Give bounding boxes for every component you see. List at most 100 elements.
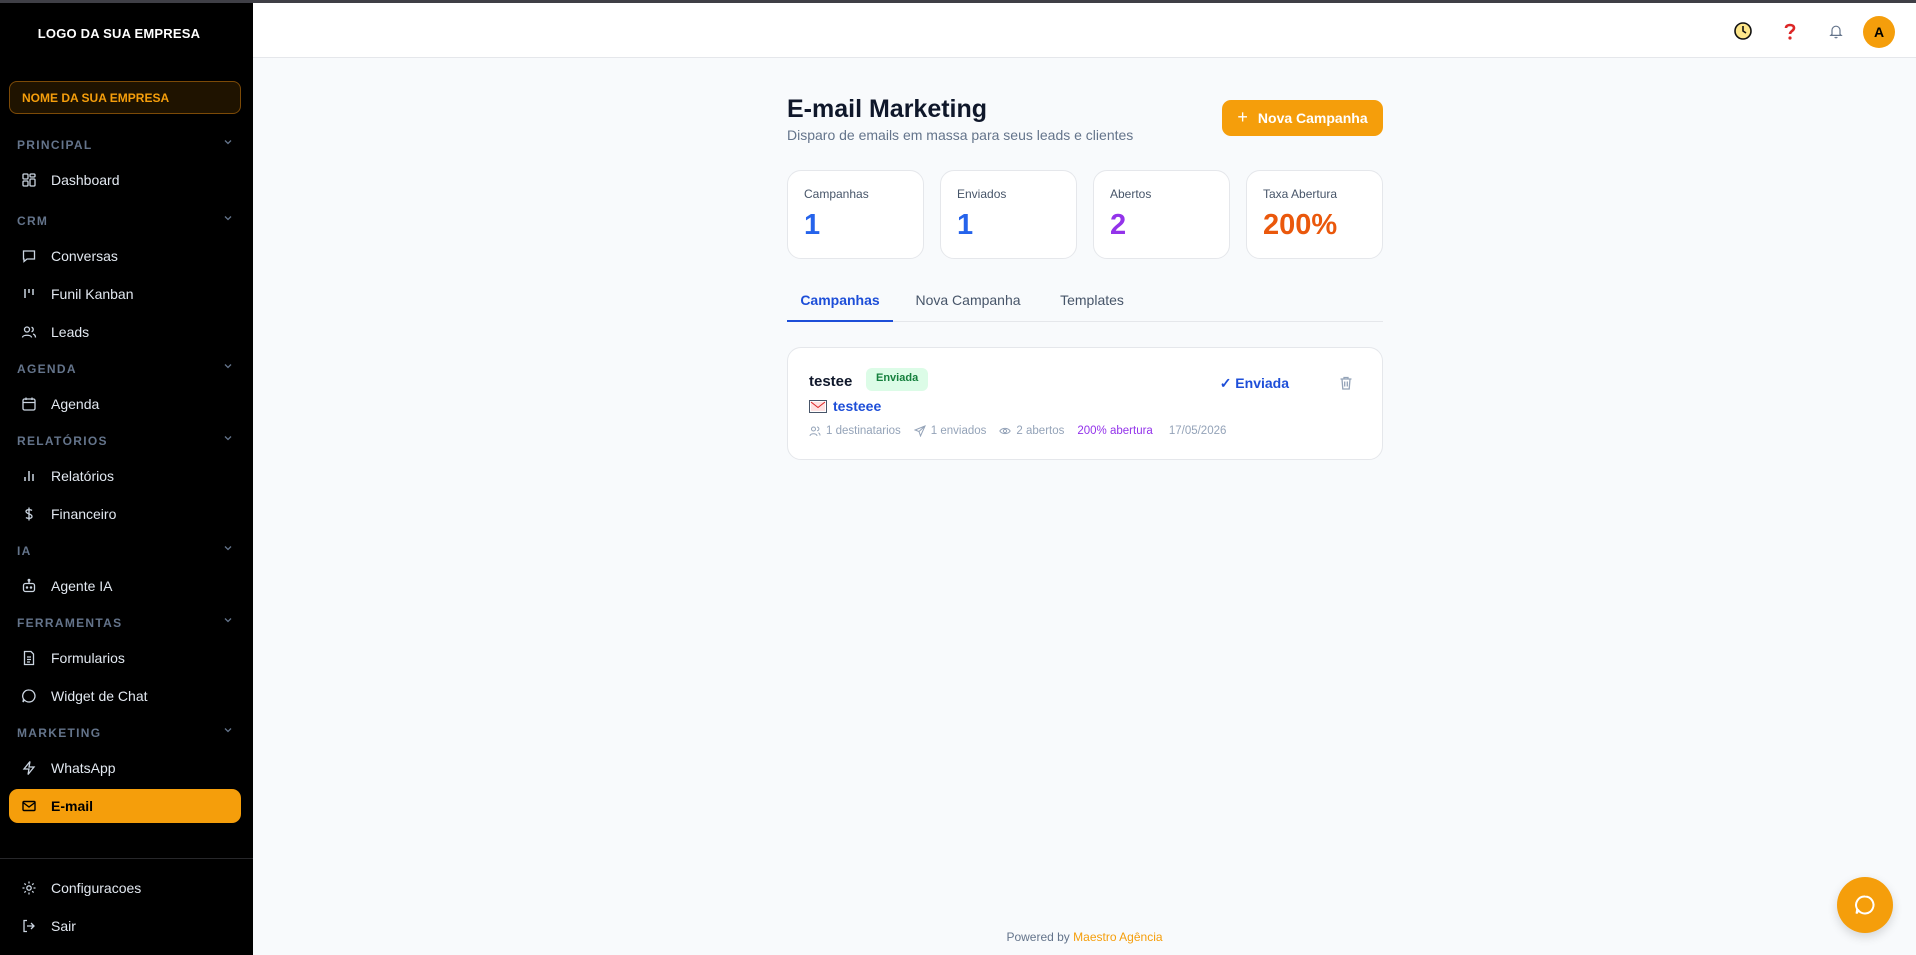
footer-brand-link[interactable]: Maestro Agência: [1073, 930, 1162, 944]
section-ferramentas[interactable]: FERRAMENTAS: [17, 616, 233, 630]
section-crm[interactable]: CRM: [17, 214, 233, 228]
eye-icon: [999, 427, 1012, 435]
gear-icon: [22, 881, 36, 895]
bell-icon[interactable]: [1825, 20, 1847, 42]
campaign-name: testee: [809, 373, 853, 390]
status-badge: Enviada: [866, 368, 929, 391]
tab-bar: Campanhas Nova Campanha Templates: [787, 290, 1383, 322]
sidebar: LOGO DA SUA EMPRESA NOME DA SUA EMPRESA …: [0, 0, 253, 955]
new-campaign-button[interactable]: + Nova Campanha: [1222, 100, 1383, 136]
meta-opened-text: 2 abertos: [1016, 425, 1065, 437]
footer-prefix: Powered by: [1006, 930, 1070, 944]
sidebar-item-label: Conversas: [51, 248, 118, 264]
chevron-down-icon: [224, 618, 232, 623]
tab-nova-campanha[interactable]: Nova Campanha: [913, 292, 1023, 322]
section-label: RELATÓRIOS: [17, 434, 108, 448]
trash-icon[interactable]: [1338, 375, 1354, 391]
section-label: FERRAMENTAS: [17, 616, 123, 630]
sidebar-item-leads[interactable]: Leads: [9, 315, 241, 349]
sidebar-item-label: Widget de Chat: [51, 688, 148, 704]
sidebar-item-formularios[interactable]: Formularios: [9, 641, 241, 675]
stat-card-enviados: Enviados 1: [940, 170, 1077, 259]
plus-icon: +: [1237, 106, 1248, 127]
company-selector[interactable]: NOME DA SUA EMPRESA: [9, 81, 241, 114]
chat-widget-button[interactable]: [1837, 877, 1893, 933]
page-title: E-mail Marketing: [787, 95, 988, 123]
meta-date: 17/05/2026: [1168, 425, 1227, 437]
stat-value: 1: [804, 209, 821, 241]
sidebar-item-email[interactable]: E-mail: [9, 789, 241, 823]
help-icon[interactable]: [1779, 20, 1801, 42]
stat-card-taxa-abertura: Taxa Abertura 200%: [1246, 170, 1383, 259]
kanban-icon: [24, 289, 34, 298]
top-header: A: [253, 3, 1916, 58]
campaign-subject[interactable]: testeee: [809, 398, 881, 414]
campaign-subject-text: testeee: [833, 398, 882, 414]
section-principal[interactable]: PRINCIPAL: [17, 138, 233, 152]
stat-value: 200%: [1263, 209, 1338, 241]
sidebar-item-agenda[interactable]: Agenda: [9, 387, 241, 421]
stat-label: Enviados: [957, 187, 1007, 201]
sidebar-item-configuracoes[interactable]: Configuracoes: [9, 871, 241, 905]
sidebar-item-label: Financeiro: [51, 506, 117, 522]
calendar-icon: [22, 397, 36, 411]
page-subtitle: Disparo de emails em massa para seus lea…: [787, 127, 1134, 143]
stat-label: Taxa Abertura: [1263, 187, 1338, 201]
sidebar-item-financeiro[interactable]: Financeiro: [9, 497, 241, 531]
chevron-down-icon: [224, 436, 232, 441]
sidebar-item-label: E-mail: [51, 798, 94, 814]
logout-icon: [23, 919, 35, 933]
chevron-down-icon: [224, 546, 232, 551]
sidebar-item-label: WhatsApp: [51, 760, 116, 776]
dashboard-icon: [22, 173, 36, 187]
campaign-card[interactable]: testee Enviada testeee 1 destinatarios 1…: [787, 347, 1383, 460]
chevron-down-icon: [224, 364, 232, 369]
sidebar-item-widget-chat[interactable]: Widget de Chat: [9, 679, 241, 713]
stat-label: Abertos: [1110, 187, 1152, 201]
zap-icon: [22, 761, 36, 775]
section-ia[interactable]: IA: [17, 544, 233, 558]
stat-card-campanhas: Campanhas 1: [787, 170, 924, 259]
bar-chart-icon: [24, 471, 34, 481]
sidebar-item-relatorios[interactable]: Relatórios: [9, 459, 241, 493]
new-campaign-label: Nova Campanha: [1257, 110, 1368, 126]
sidebar-item-funil-kanban[interactable]: Funil Kanban: [9, 277, 241, 311]
chevron-down-icon: [224, 728, 232, 733]
top-border: [0, 0, 1916, 3]
meta-recipients: 1 destinatarios: [809, 425, 901, 437]
tab-campanhas[interactable]: Campanhas: [787, 292, 893, 322]
users-icon: [809, 426, 821, 437]
sidebar-item-agente-ia[interactable]: Agente IA: [9, 569, 241, 603]
section-marketing[interactable]: MARKETING: [17, 726, 233, 740]
stat-card-abertos: Abertos 2: [1093, 170, 1230, 259]
sidebar-item-whatsapp[interactable]: WhatsApp: [9, 751, 241, 785]
status-link[interactable]: ✓ Enviada: [1220, 375, 1289, 392]
section-agenda[interactable]: AGENDA: [17, 362, 233, 376]
clock-icon[interactable]: [1732, 20, 1754, 42]
users-icon: [21, 326, 37, 338]
avatar[interactable]: A: [1863, 16, 1895, 48]
stat-value: 2: [1110, 209, 1127, 241]
sidebar-divider: [0, 858, 253, 859]
sidebar-item-label: Leads: [51, 324, 90, 340]
sidebar-item-conversas[interactable]: Conversas: [9, 239, 241, 273]
company-logo: LOGO DA SUA EMPRESA: [37, 26, 201, 41]
section-relatorios[interactable]: RELATÓRIOS: [17, 434, 233, 448]
section-label: IA: [17, 544, 32, 558]
meta-open-rate: 200% abertura: [1077, 425, 1153, 437]
sidebar-item-sair[interactable]: Sair: [9, 909, 241, 943]
sidebar-item-dashboard[interactable]: Dashboard: [9, 163, 241, 197]
tab-templates[interactable]: Templates: [1057, 292, 1127, 322]
footer: Powered by Maestro Agência: [253, 930, 1916, 944]
chevron-down-icon: [224, 140, 232, 145]
chevron-down-icon: [224, 216, 232, 221]
file-text-icon: [23, 650, 35, 666]
bot-icon: [22, 578, 36, 593]
sidebar-item-label: Relatórios: [51, 468, 115, 484]
chat-bubble-icon: [22, 250, 36, 263]
section-label: PRINCIPAL: [17, 138, 93, 152]
message-circle-icon: [1855, 895, 1875, 915]
sidebar-item-label: Configuracoes: [51, 880, 142, 896]
mail-icon: [22, 800, 36, 812]
meta-recipients-text: 1 destinatarios: [826, 425, 901, 437]
